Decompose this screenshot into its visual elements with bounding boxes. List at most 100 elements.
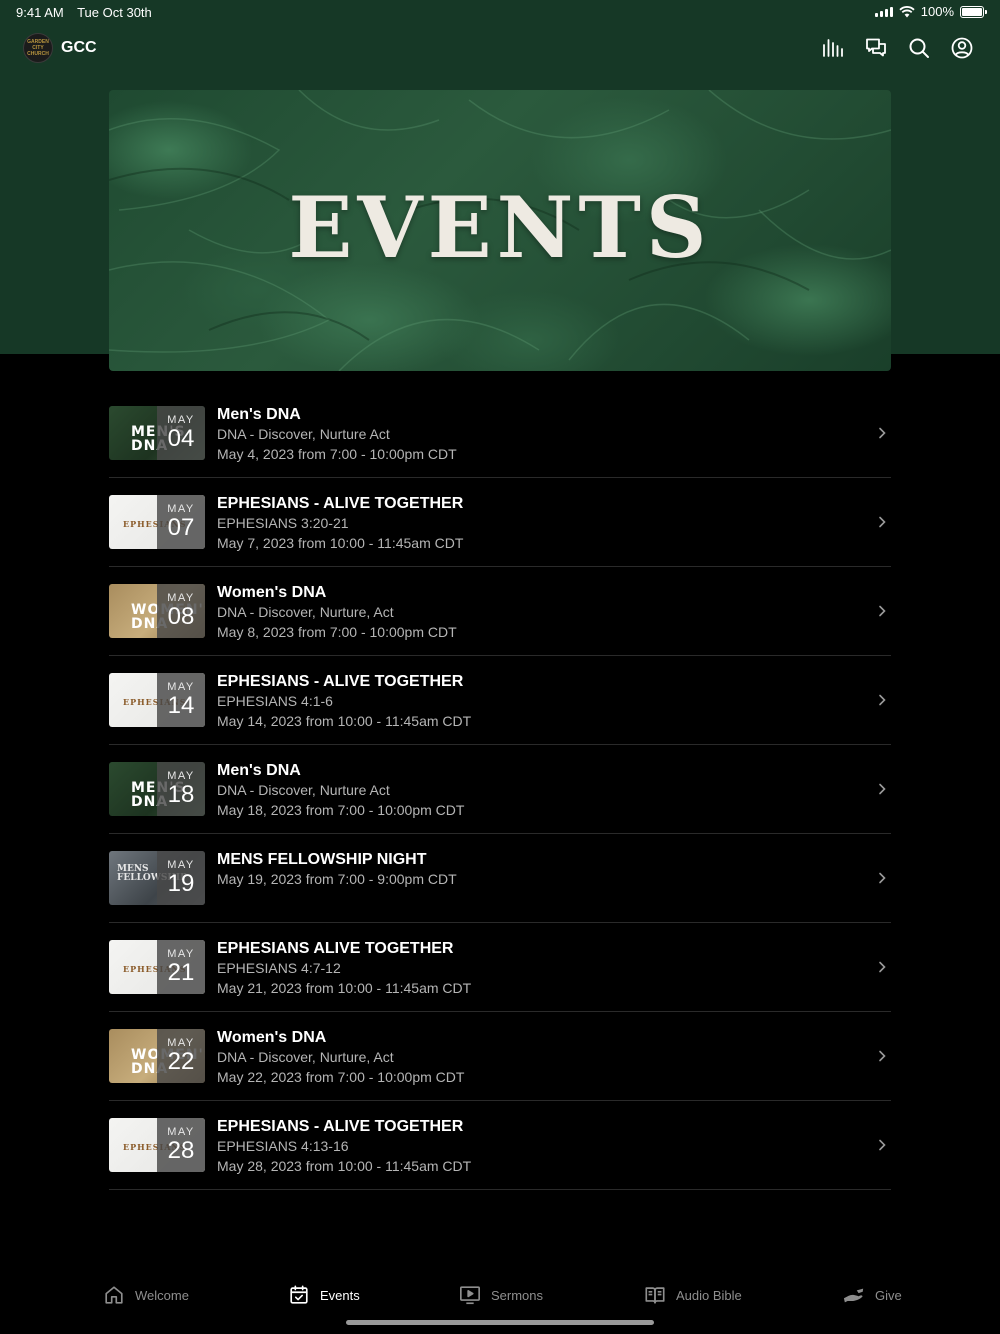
event-subtitle: DNA - Discover, Nurture Act (217, 426, 390, 442)
home-icon (105, 1286, 123, 1304)
tab-audio-bible-label: Audio Bible (676, 1287, 742, 1303)
event-row[interactable]: EPHESIANS MAY 14 EPHESIANS - ALIVE TOGET… (109, 656, 891, 745)
event-datetime: May 14, 2023 from 10:00 - 11:45am CDT (217, 713, 472, 729)
event-datetime: May 18, 2023 from 7:00 - 10:00pm CDT (217, 802, 465, 818)
event-row[interactable]: MEN'S DNA MAY 18 Men's DNA DNA - Discove… (109, 745, 891, 834)
event-date-badge: MAY 28 (157, 1118, 205, 1172)
event-thumbnail: WOMEN'S DNA MAY 08 (109, 584, 205, 638)
event-day: 04 (167, 425, 195, 452)
event-date-badge: MAY 18 (157, 762, 205, 816)
chat-icon[interactable] (864, 36, 888, 60)
event-date-badge: MAY 19 (157, 851, 205, 905)
audio-bars-icon[interactable] (821, 36, 845, 60)
tab-give-label: Give (875, 1287, 902, 1303)
event-thumbnail: WOMEN'S DNA MAY 22 (109, 1029, 205, 1083)
battery-percent: 100% (920, 4, 954, 19)
event-datetime: May 4, 2023 from 7:00 - 10:00pm CDT (217, 446, 457, 462)
tab-events-label: Events (320, 1287, 360, 1303)
event-row[interactable]: WOMEN'S DNA MAY 22 Women's DNA DNA - Dis… (109, 1012, 891, 1101)
event-date-badge: MAY 07 (157, 495, 205, 549)
event-subtitle: DNA - Discover, Nurture Act (217, 782, 390, 798)
event-title: EPHESIANS - ALIVE TOGETHER (217, 495, 464, 512)
event-row[interactable]: MEN'S DNA MAY 04 Men's DNA DNA - Discove… (109, 389, 891, 478)
event-date-badge: MAY 14 (157, 673, 205, 727)
event-date-badge: MAY 04 (157, 406, 205, 460)
event-title: Women's DNA (217, 584, 327, 601)
status-date: Tue Oct 30th (77, 5, 152, 20)
event-thumbnail: EPHESIANS MAY 28 (109, 1118, 205, 1172)
calendar-icon (290, 1285, 308, 1304)
chevron-right-icon (879, 605, 886, 617)
event-title: EPHESIANS - ALIVE TOGETHER (217, 1118, 464, 1135)
event-thumbnail: EPHESIANS MAY 07 (109, 495, 205, 549)
chevron-right-icon (879, 872, 886, 884)
tv-play-icon (460, 1286, 480, 1305)
event-thumbnail: MEN'S DNA MAY 18 (109, 762, 205, 816)
hand-give-icon (843, 1288, 864, 1303)
event-day: 08 (167, 603, 195, 630)
event-datetime: May 19, 2023 from 7:00 - 9:00pm CDT (217, 871, 457, 887)
wifi-icon (899, 5, 915, 17)
event-row[interactable]: WOMEN'S DNA MAY 08 Women's DNA DNA - Dis… (109, 567, 891, 656)
event-thumbnail: MEN'S DNA MAY 04 (109, 406, 205, 460)
event-thumbnail: EPHESIANS MAY 21 (109, 940, 205, 994)
event-datetime: May 22, 2023 from 7:00 - 10:00pm CDT (217, 1069, 465, 1085)
event-title: Men's DNA (217, 762, 301, 779)
event-thumbnail: EPHESIANS MAY 14 (109, 673, 205, 727)
event-day: 07 (167, 514, 195, 541)
events-list: MEN'S DNA MAY 04 Men's DNA DNA - Discove… (109, 389, 891, 1190)
event-subtitle: EPHESIANS 4:13-16 (217, 1138, 349, 1154)
tab-welcome-label: Welcome (135, 1287, 189, 1303)
app-title: GCC (61, 39, 97, 56)
app-header: GARDEN CITY CHURCH GCC (0, 30, 1000, 66)
cellular-signal-icon (874, 6, 893, 17)
event-date-badge: MAY 22 (157, 1029, 205, 1083)
event-subtitle: EPHESIANS 4:1-6 (217, 693, 333, 709)
event-title: EPHESIANS - ALIVE TOGETHER (217, 673, 464, 690)
event-row[interactable]: MENS FELLOWSHIP MAY 19 MENS FELLOWSHIP N… (109, 834, 891, 923)
chevron-right-icon (879, 516, 886, 528)
event-subtitle: EPHESIANS 4:7-12 (217, 960, 341, 976)
search-icon[interactable] (907, 36, 931, 60)
battery-icon (960, 5, 987, 18)
chevron-right-icon (879, 961, 886, 973)
event-row[interactable]: EPHESIANS MAY 28 EPHESIANS - ALIVE TOGET… (109, 1101, 891, 1190)
event-subtitle: EPHESIANS 3:20-21 (217, 515, 349, 531)
church-logo[interactable]: GARDEN CITY CHURCH (23, 33, 53, 63)
event-date-badge: MAY 21 (157, 940, 205, 994)
event-row[interactable]: EPHESIANS MAY 21 EPHESIANS ALIVE TOGETHE… (109, 923, 891, 1012)
chevron-right-icon (879, 427, 886, 439)
event-day: 18 (167, 781, 195, 808)
event-title: Men's DNA (217, 406, 301, 423)
chevron-right-icon (879, 1050, 886, 1062)
event-datetime: May 7, 2023 from 10:00 - 11:45am CDT (217, 535, 464, 551)
event-date-badge: MAY 08 (157, 584, 205, 638)
hero-title: EVENTS (288, 178, 712, 277)
chevron-right-icon (879, 783, 886, 795)
event-datetime: May 8, 2023 from 7:00 - 10:00pm CDT (217, 624, 457, 640)
events-hero-banner: EVENTS (109, 90, 891, 371)
event-row[interactable]: EPHESIANS MAY 07 EPHESIANS - ALIVE TOGET… (109, 478, 891, 567)
home-indicator (346, 1320, 654, 1325)
tab-events[interactable]: Events (288, 1284, 360, 1306)
tab-welcome[interactable]: Welcome (103, 1284, 189, 1306)
chevron-right-icon (879, 694, 886, 706)
event-subtitle: DNA - Discover, Nurture, Act (217, 1049, 394, 1065)
account-icon[interactable] (950, 36, 974, 60)
event-datetime: May 21, 2023 from 10:00 - 11:45am CDT (217, 980, 472, 996)
event-title: MENS FELLOWSHIP NIGHT (217, 851, 427, 868)
event-day: 19 (167, 870, 195, 897)
tab-bar: Welcome Events Sermons Audio Bible Give (0, 1276, 1000, 1316)
status-time: 9:41 AM (16, 5, 64, 20)
event-day: 22 (167, 1048, 195, 1075)
event-datetime: May 28, 2023 from 10:00 - 11:45am CDT (217, 1158, 472, 1174)
tab-sermons[interactable]: Sermons (459, 1284, 543, 1306)
chevron-right-icon (879, 1139, 886, 1151)
book-icon (645, 1287, 665, 1304)
tab-sermons-label: Sermons (491, 1287, 544, 1303)
event-day: 28 (167, 1137, 195, 1164)
tab-audio-bible[interactable]: Audio Bible (644, 1284, 742, 1306)
tab-give[interactable]: Give (843, 1284, 902, 1306)
event-title: EPHESIANS ALIVE TOGETHER (217, 940, 454, 957)
status-bar: 9:41 AM Tue Oct 30th 100% (0, 0, 1000, 24)
